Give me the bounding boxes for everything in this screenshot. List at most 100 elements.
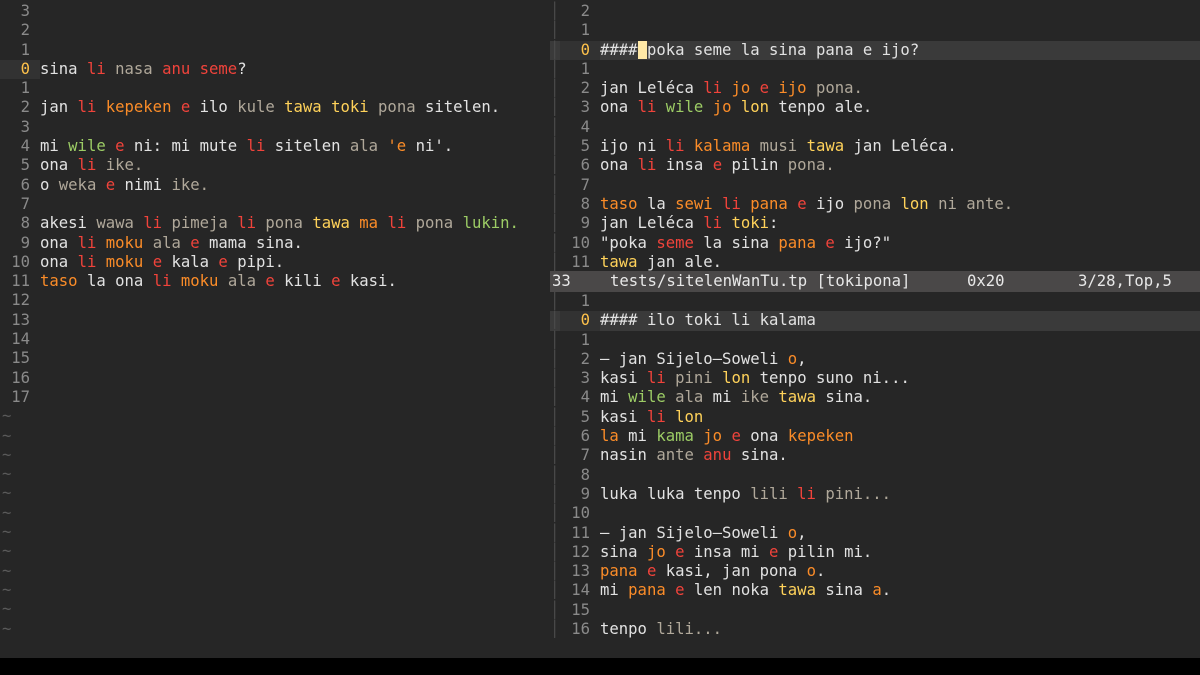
editor-line[interactable]: 7	[0, 195, 540, 214]
line-number: 3	[20, 117, 30, 136]
line-number: 11	[11, 272, 30, 291]
editor-line[interactable]: 3	[0, 118, 540, 137]
line-number: 1	[580, 59, 590, 78]
split-separator: │	[550, 311, 560, 330]
text-token: luka luka tenpo	[600, 484, 751, 503]
editor-line[interactable]: 2 jan li kepeken e ilo kule tawa toki pon…	[0, 98, 540, 117]
editor-line[interactable]: │ 3 ona li wile jo lon tenpo ale.	[550, 98, 1200, 117]
editor-line[interactable]: │ 11 tawa jan ale.	[550, 253, 1200, 272]
editor-line[interactable]: │ 5 ijo ni li kalama musi tawa jan Leléca.	[550, 137, 1200, 156]
editor-line[interactable]: │ 13 pana e kasi, jan pona o.	[550, 562, 1200, 581]
empty-buffer-line: ~	[0, 523, 540, 542]
editor-line[interactable]: │ 1	[550, 292, 1200, 311]
text-token: jan	[40, 98, 78, 117]
editor-line[interactable]: │ 15	[550, 601, 1200, 620]
editor-line[interactable]: │ 1	[550, 60, 1200, 79]
editor-line[interactable]: │ 0 #### poka seme la sina pana e ijo?	[550, 40, 1200, 60]
editor-line[interactable]: │ 8 taso la sewi li pana e ijo pona lon ni…	[550, 195, 1200, 214]
editor-line[interactable]: │ 2 jan Leléca li jo e ijo pona.	[550, 79, 1200, 98]
split-separator: │	[550, 562, 560, 581]
text-token: ni: mi mute	[124, 137, 247, 156]
editor-line[interactable]: 11 taso la ona li moku ala e kili e kasi.	[0, 272, 540, 291]
text-token: pana	[750, 194, 788, 213]
editor-line[interactable]: 9 ona li moku ala e mama sina.	[0, 234, 540, 253]
editor-line[interactable]: 8 akesi wawa li pimeja li pona tawa ma li…	[0, 214, 540, 233]
editor-line[interactable]: │ 6 la mi kama jo e ona kepeken	[550, 427, 1200, 446]
text-token: lon	[900, 194, 929, 213]
editor-line[interactable]: │ 9 jan Leléca li toki:	[550, 214, 1200, 233]
text-token: sina.	[731, 446, 788, 465]
text-token: o	[787, 349, 798, 368]
terminal-screen[interactable]: 3 2 1 0 sina li nasa anu seme? 1 2 jan li kepek…	[0, 0, 1200, 658]
right-top-editor-pane[interactable]: │ 2 │ 1 │ 0 #### poka seme la sina pana e ijo?…	[550, 2, 1200, 272]
editor-line[interactable]: 16	[0, 369, 540, 388]
split-separator: │	[550, 21, 560, 40]
editor-line[interactable]: │ 0 #### ilo toki li kalama	[550, 311, 1200, 331]
editor-line[interactable]: │ 5 kasi li lon	[550, 408, 1200, 427]
text-token: e	[759, 79, 770, 98]
editor-line[interactable]: │ 7 nasin ante anu sina.	[550, 446, 1200, 465]
split-separator: │	[550, 214, 560, 233]
editor-line[interactable]: 1	[0, 79, 540, 98]
line-number: 7	[20, 194, 30, 213]
editor-line[interactable]: │ 8	[550, 466, 1200, 485]
text-token: sina	[600, 542, 647, 561]
text-token: li	[77, 252, 97, 271]
editor-line[interactable]: 10 ona li moku e kala e pipi.	[0, 253, 540, 272]
text-token: moku	[105, 233, 144, 252]
right-bottom-editor-pane[interactable]: │ 1 │ 0 #### ilo toki li kalama │ 1 │ 2— jan Sij…	[550, 292, 1200, 639]
editor-line[interactable]: 5 ona li ike.	[0, 156, 540, 175]
editor-line[interactable]: │ 1	[550, 331, 1200, 350]
editor-line[interactable]: │ 9 luka luka tenpo lili li pini...	[550, 485, 1200, 504]
editor-line[interactable]: │ 11 — jan Sijelo–Soweli o,	[550, 524, 1200, 543]
editor-line[interactable]: │ 4	[550, 118, 1200, 137]
editor-line[interactable]: │ 1	[550, 21, 1200, 40]
editor-line[interactable]: │ 6 ona li insa e pilin pona.	[550, 156, 1200, 175]
editor-line[interactable]: 2	[0, 21, 540, 40]
text-token: mi	[600, 388, 629, 407]
editor-line[interactable]: 12	[0, 291, 540, 310]
split-separator: │	[550, 542, 560, 561]
editor-line[interactable]: │ 10	[550, 504, 1200, 523]
text-token: tawa	[284, 98, 322, 117]
editor-line[interactable]: 3	[0, 2, 540, 21]
line-number: 10	[571, 233, 590, 252]
editor-line[interactable]: │ 2	[550, 2, 1200, 21]
editor-line[interactable]: │ 14 mi pana e len noka tawa sina a.	[550, 581, 1200, 600]
editor-line[interactable]: 17	[0, 388, 540, 407]
text-token: — jan Sijelo–Soweli	[600, 349, 788, 368]
editor-line[interactable]: 4 mi wile e ni: mi mute li sitelen ala 'e…	[0, 137, 540, 156]
text-token: li	[637, 98, 657, 117]
editor-line[interactable]: │ 3 kasi li pini lon tenpo suno ni...	[550, 369, 1200, 388]
text-token: li	[637, 156, 657, 175]
editor-line[interactable]: 0 sina li nasa anu seme?	[0, 59, 540, 80]
editor-line[interactable]: 13	[0, 311, 540, 330]
editor-line[interactable]: │ 4 mi wile ala mi ike tawa sina.	[550, 388, 1200, 407]
text-token: li	[703, 79, 723, 98]
editor-line[interactable]: 1	[0, 41, 540, 60]
split-separator: │	[550, 600, 560, 619]
line-number: 6	[580, 427, 590, 446]
left-editor-pane[interactable]: 3 2 1 0 sina li nasa anu seme? 1 2 jan li kepek…	[0, 2, 540, 639]
editor-line[interactable]: │ 10 "poka seme la sina pana e ijo?"	[550, 234, 1200, 253]
text-token: a	[872, 581, 882, 600]
text-token: lon	[675, 407, 704, 426]
line-number: 3	[20, 2, 30, 20]
editor-line[interactable]: 15	[0, 349, 540, 368]
text-token: anu	[162, 59, 191, 78]
editor-line[interactable]: │ 16 tenpo lili...	[550, 620, 1200, 639]
editor-line[interactable]: │ 2 — jan Sijelo–Soweli o,	[550, 350, 1200, 369]
editor-line[interactable]: │ 7	[550, 176, 1200, 195]
text-token: li	[246, 137, 266, 156]
line-number: 8	[580, 194, 590, 213]
tilde-marker: ~	[2, 426, 12, 445]
editor-line[interactable]: 6o weka e nimi ike.	[0, 176, 540, 195]
line-number: 1	[580, 21, 590, 40]
editor-line[interactable]: │ 12 sina jo e insa mi e pilin mi.	[550, 543, 1200, 562]
editor-line[interactable]: 14	[0, 330, 540, 349]
